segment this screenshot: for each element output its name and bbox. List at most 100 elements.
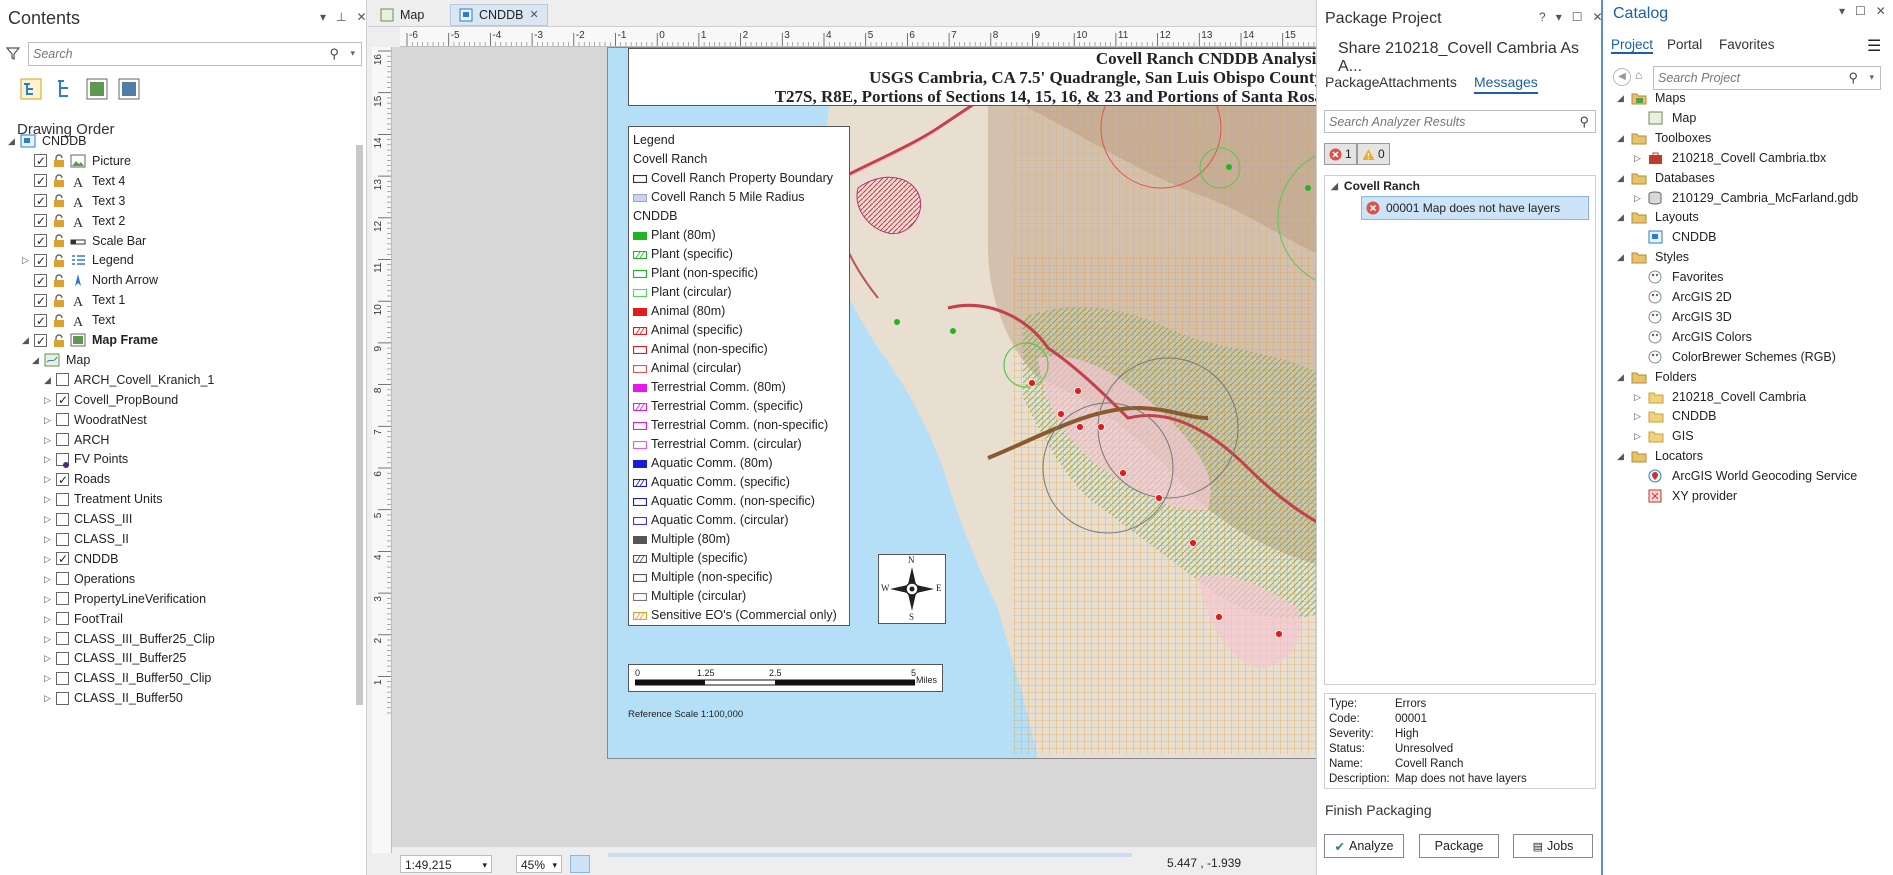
expand-icon[interactable]: ▷: [1634, 405, 1648, 427]
visibility-checkbox[interactable]: [56, 592, 69, 606]
visibility-checkbox[interactable]: [34, 309, 47, 333]
layout-page[interactable]: Covell Ranch CNDDB Analysis USGS Cambria…: [607, 47, 1316, 759]
visibility-checkbox[interactable]: [56, 572, 69, 586]
visibility-checkbox[interactable]: [56, 691, 69, 705]
visibility-checkbox[interactable]: [34, 249, 47, 273]
catalog-item-210129-cambria-mcfarland-gdb[interactable]: ▷ 210129_Cambria_McFarland.gdb: [1634, 187, 1858, 209]
grid-toggle-icon[interactable]: [570, 855, 590, 873]
list-by-source-icon[interactable]: [52, 76, 78, 102]
contents-search-input[interactable]: Search ⚲ ▾: [28, 42, 362, 66]
catalog-item-folders[interactable]: ◢ Folders: [1617, 366, 1697, 388]
scale-selector[interactable]: 1:49,215 ▾: [400, 855, 492, 873]
chevron-down-icon[interactable]: ▾: [350, 48, 355, 59]
zoom-selector[interactable]: 45% ▾: [516, 855, 562, 873]
catalog-item-arcgis-colors[interactable]: ArcGIS Colors: [1634, 326, 1752, 348]
tab-cnddb[interactable]: CNDDB ✕: [450, 4, 548, 26]
catalog-item-cnddb[interactable]: CNDDB: [1634, 226, 1716, 248]
catalog-item-layouts[interactable]: ◢ Layouts: [1617, 206, 1699, 228]
lock-icon[interactable]: [52, 214, 66, 228]
visibility-checkbox[interactable]: [56, 492, 69, 506]
search-icon[interactable]: ⚲: [329, 46, 339, 62]
search-icon[interactable]: ⚲: [1848, 70, 1858, 86]
catalog-item-databases[interactable]: ◢ Databases: [1617, 167, 1715, 189]
visibility-checkbox[interactable]: [56, 532, 69, 546]
lock-icon[interactable]: [52, 294, 66, 307]
tab-messages[interactable]: Messages: [1474, 74, 1538, 94]
analyzer-search-input[interactable]: Search Analyzer Results ⚲: [1324, 110, 1596, 133]
catalog-item-xy-provider[interactable]: XY provider: [1634, 485, 1737, 507]
home-icon[interactable]: ⌂: [1635, 68, 1651, 86]
package-button[interactable]: Package: [1419, 834, 1499, 858]
close-icon[interactable]: ✕: [1876, 4, 1886, 18]
lock-icon[interactable]: [52, 154, 66, 168]
catalog-item-colorbrewer-schemes-rgb-[interactable]: ColorBrewer Schemes (RGB): [1634, 346, 1836, 368]
collapse-icon[interactable]: ◢: [1617, 366, 1631, 388]
visibility-checkbox[interactable]: [34, 289, 47, 313]
visibility-checkbox[interactable]: [34, 169, 47, 193]
lock-icon[interactable]: [52, 254, 66, 267]
maximize-icon[interactable]: ☐: [1855, 4, 1866, 18]
catalog-search-input[interactable]: Search Project ⚲ ▾: [1653, 66, 1881, 90]
tab-attachments[interactable]: Attachments: [1379, 74, 1457, 90]
lock-icon[interactable]: [52, 274, 66, 287]
help-icon[interactable]: ?: [1539, 10, 1546, 24]
horizontal-scrollbar[interactable]: [608, 853, 1132, 857]
close-tab-icon[interactable]: ✕: [529, 4, 538, 26]
tab-project[interactable]: Project: [1611, 37, 1654, 54]
collapse-icon[interactable]: ◢: [1617, 445, 1631, 467]
pane-menu-icon[interactable]: ▾: [1556, 10, 1562, 24]
catalog-item-map[interactable]: Map: [1634, 107, 1696, 129]
expand-icon[interactable]: ▷: [44, 686, 56, 710]
collapse-icon[interactable]: ◢: [1617, 246, 1631, 268]
catalog-item-arcgis-2d[interactable]: ArcGIS 2D: [1634, 286, 1732, 308]
collapse-icon[interactable]: ◢: [8, 129, 20, 153]
message-item[interactable]: 00001 Map does not have layers: [1361, 196, 1589, 220]
message-group[interactable]: ◢ Covell Ranch: [1331, 179, 1420, 193]
warnings-filter-button[interactable]: 0: [1357, 143, 1390, 165]
layout-view[interactable]: Covell Ranch CNDDB Analysis USGS Cambria…: [392, 47, 1316, 847]
north-arrow[interactable]: N S E W: [878, 554, 946, 624]
visibility-checkbox[interactable]: [34, 269, 47, 293]
collapse-icon[interactable]: ◢: [1331, 181, 1338, 192]
scale-bar[interactable]: 0 1.25 2.5 5 Miles: [628, 664, 943, 692]
lock-icon[interactable]: [52, 333, 66, 347]
catalog-item-arcgis-3d[interactable]: ArcGIS 3D: [1634, 306, 1732, 328]
map-title-box[interactable]: Covell Ranch CNDDB Analysis USGS Cambria…: [628, 48, 1316, 106]
collapse-icon[interactable]: ◢: [1617, 127, 1631, 149]
analyze-button[interactable]: ✔ Analyze: [1324, 834, 1404, 858]
contents-item-class-ii-buffer50[interactable]: ▷ CLASS_II_Buffer50: [44, 686, 183, 710]
catalog-item-styles[interactable]: ◢ Styles: [1617, 246, 1689, 268]
visibility-checkbox[interactable]: [34, 229, 47, 253]
collapse-icon[interactable]: ◢: [1617, 206, 1631, 228]
catalog-menu-icon[interactable]: ☰: [1867, 36, 1881, 56]
list-by-drawing-order-icon[interactable]: [18, 76, 44, 102]
tab-portal[interactable]: Portal: [1667, 37, 1702, 52]
catalog-item-gis[interactable]: ▷ GIS: [1634, 425, 1694, 447]
visibility-checkbox[interactable]: [34, 149, 47, 173]
collapse-icon[interactable]: ◢: [1617, 167, 1631, 189]
catalog-item-cnddb[interactable]: ▷ CNDDB: [1634, 405, 1716, 427]
jobs-button[interactable]: ▤ Jobs: [1513, 834, 1593, 858]
maximize-icon[interactable]: ☐: [1572, 10, 1583, 24]
contents-scrollbar[interactable]: [356, 145, 363, 705]
expand-icon[interactable]: ▷: [1634, 187, 1648, 209]
search-icon[interactable]: ⚲: [1579, 114, 1589, 130]
pane-menu-icon[interactable]: ▾: [320, 10, 326, 24]
list-by-labeling-icon[interactable]: [116, 76, 142, 102]
visibility-checkbox[interactable]: [34, 209, 47, 233]
visibility-checkbox[interactable]: [56, 632, 69, 645]
catalog-item-locators[interactable]: ◢ Locators: [1617, 445, 1703, 467]
lock-icon[interactable]: [52, 194, 66, 208]
catalog-item-210218-covell-cambria-tbx[interactable]: ▷ 210218_Covell Cambria.tbx: [1634, 147, 1826, 169]
tab-favorites[interactable]: Favorites: [1719, 37, 1775, 52]
lock-icon[interactable]: [52, 174, 66, 188]
close-icon[interactable]: ✕: [356, 10, 366, 24]
chevron-down-icon[interactable]: ▾: [552, 856, 557, 874]
visibility-checkbox[interactable]: [34, 329, 47, 353]
expand-icon[interactable]: ▷: [1634, 386, 1648, 408]
back-icon[interactable]: ◀: [1613, 68, 1631, 86]
expand-icon[interactable]: ▷: [1634, 147, 1648, 169]
tab-map[interactable]: Map: [372, 4, 432, 26]
errors-filter-button[interactable]: 1: [1324, 143, 1357, 165]
chevron-down-icon[interactable]: ▾: [1869, 72, 1874, 83]
